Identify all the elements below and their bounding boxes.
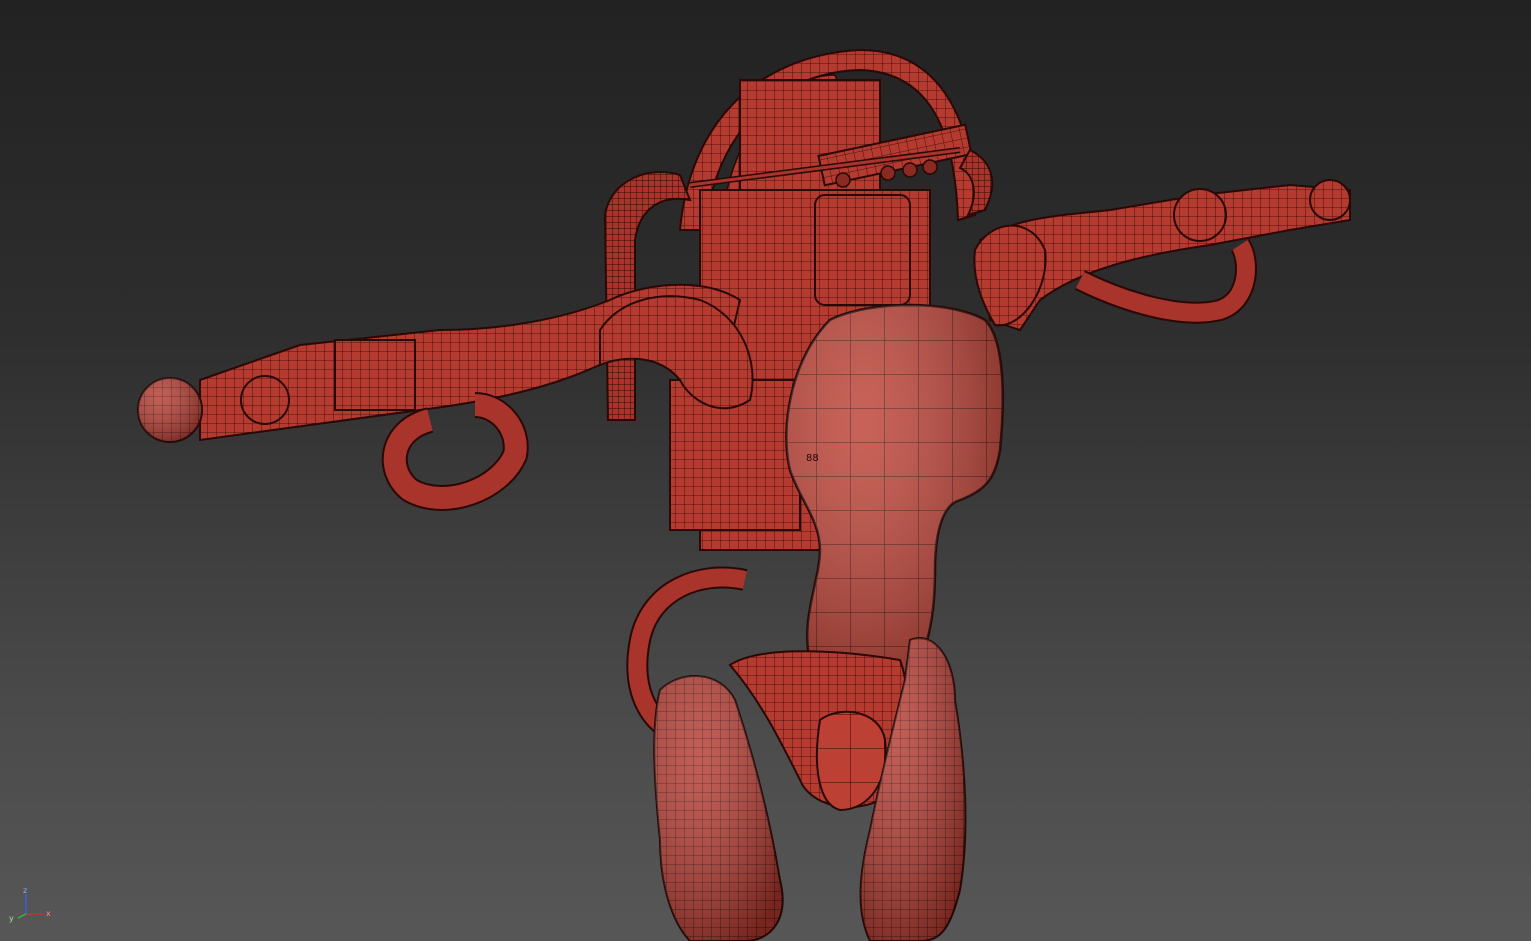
left-leg	[653, 675, 784, 941]
model-label: 88	[806, 453, 819, 464]
3d-viewport[interactable]: 88 z x y	[0, 0, 1531, 941]
robot-wireframe-model[interactable]: 88	[0, 0, 1531, 941]
left-arm	[137, 283, 754, 511]
y-axis-label: y	[9, 914, 14, 923]
right-arm	[973, 179, 1351, 332]
x-axis-label: x	[46, 909, 51, 918]
axis-gizmo: z x y	[9, 886, 51, 923]
y-axis-line	[17, 913, 27, 919]
chest-plate: 88	[785, 303, 1005, 700]
z-axis-label: z	[23, 886, 27, 895]
